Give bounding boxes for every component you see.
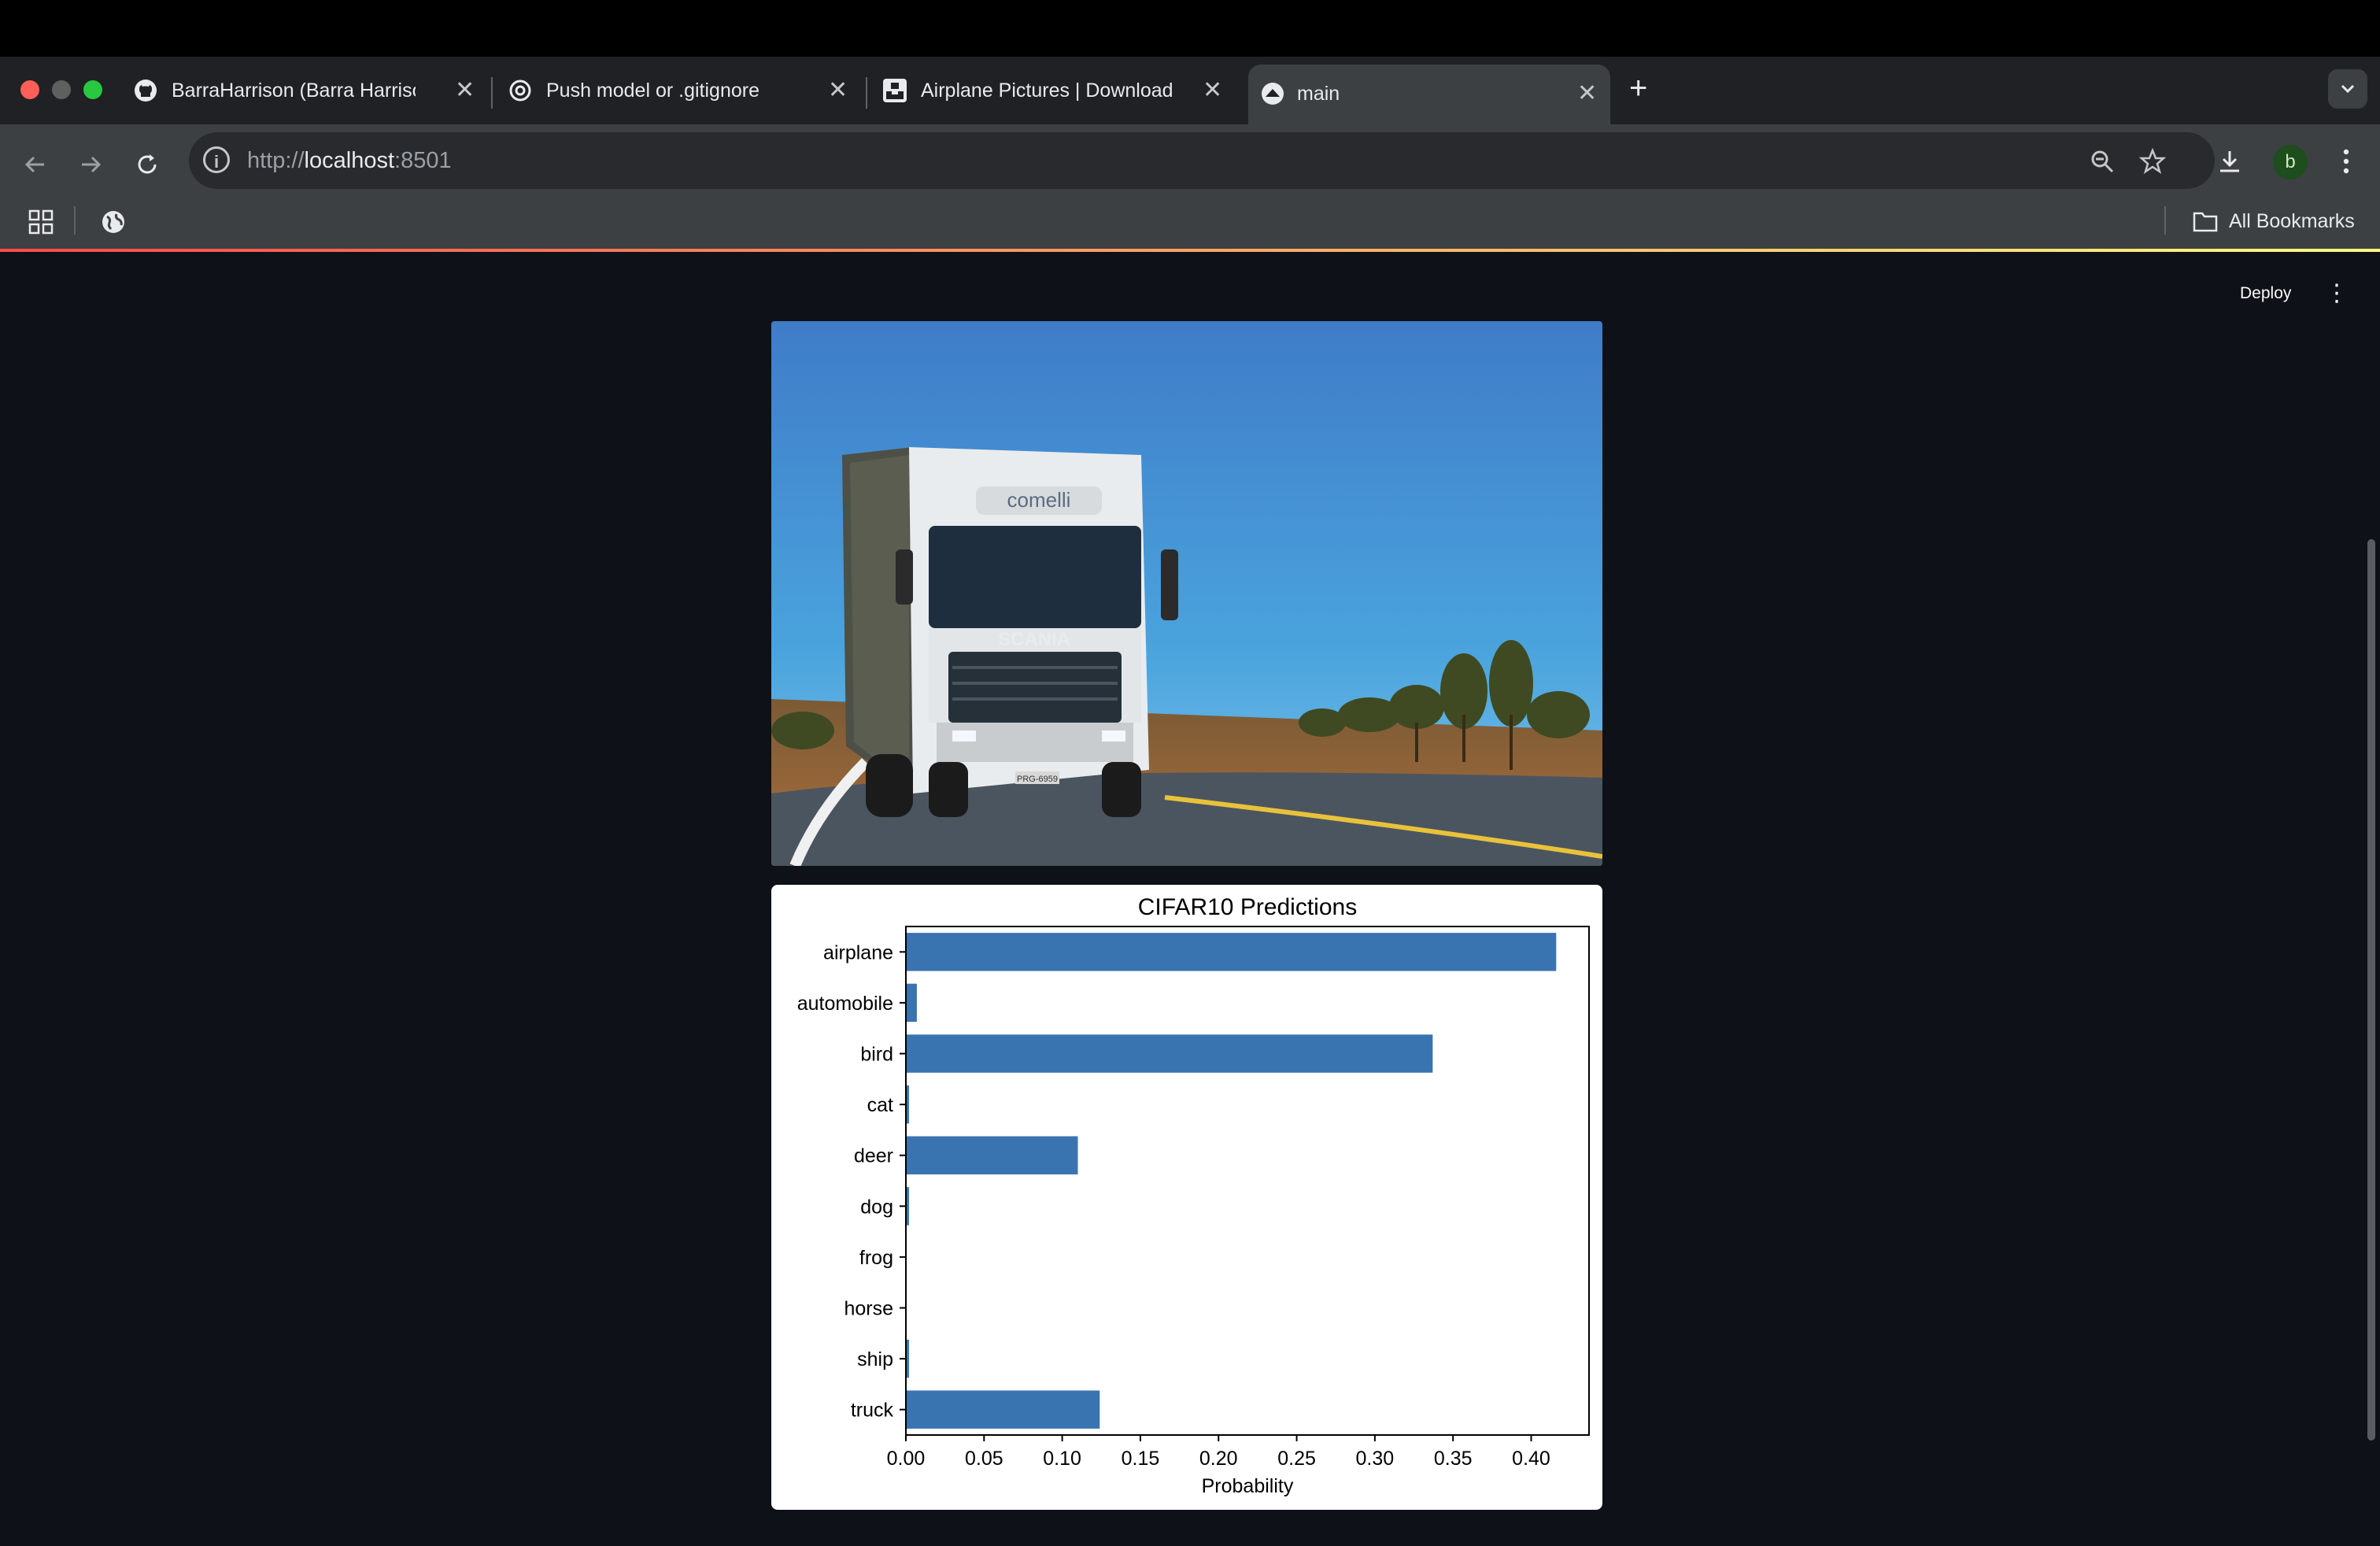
x-tick-label: 0.00 xyxy=(887,1448,926,1470)
openai-icon xyxy=(509,80,531,102)
arrow-left-icon xyxy=(24,156,44,173)
bar-airplane xyxy=(906,933,1557,971)
maximize-window-button[interactable] xyxy=(83,80,102,99)
cab-logo-text: comelli xyxy=(1007,488,1071,512)
arrow-right-icon xyxy=(82,156,102,173)
bookmark-globe[interactable] xyxy=(101,209,126,239)
close-tab-icon[interactable]: ✕ xyxy=(1577,65,1597,123)
x-tick-label: 0.35 xyxy=(1434,1448,1473,1470)
bar-bird xyxy=(906,1034,1433,1073)
url-host: localhost xyxy=(304,148,395,173)
forward-button[interactable] xyxy=(71,145,110,184)
tab-separator xyxy=(866,77,867,109)
tab-title: Push model or .gitignore xyxy=(546,80,759,102)
close-window-button[interactable] xyxy=(20,80,39,99)
x-tick-label: 0.30 xyxy=(1356,1448,1395,1470)
y-tick-label: truck xyxy=(851,1400,894,1422)
url-text[interactable]: http://localhost:8501 xyxy=(247,132,452,189)
y-tick-label: automobile xyxy=(797,993,893,1015)
tab-main[interactable]: main ✕ xyxy=(1248,65,1610,124)
tab-title: BarraHarrison (Barra Harrison xyxy=(172,80,416,102)
plot-frame xyxy=(905,926,1590,1436)
zoom-button[interactable] xyxy=(2082,142,2122,181)
bar-truck xyxy=(906,1390,1100,1429)
prediction-chart-panel: CIFAR10 Predictions Probability airplane… xyxy=(771,885,1602,1510)
chart-title: CIFAR10 Predictions xyxy=(1138,894,1357,920)
y-tick-label: airplane xyxy=(823,941,893,963)
x-tick-label: 0.40 xyxy=(1512,1448,1550,1470)
reload-icon xyxy=(138,154,157,174)
x-tick-label: 0.20 xyxy=(1199,1448,1238,1470)
prediction-chart: CIFAR10 Predictions Probability airplane… xyxy=(797,894,1590,1497)
x-tick-label: 0.25 xyxy=(1277,1448,1316,1470)
bookmark-button[interactable] xyxy=(2133,142,2172,181)
close-tab-icon[interactable]: ✕ xyxy=(1203,61,1222,120)
uploaded-image: PRG-6959 SCANIA comelli xyxy=(771,321,1602,866)
all-bookmarks-button[interactable]: All Bookmarks xyxy=(2193,206,2355,236)
globe-icon xyxy=(102,211,124,233)
tab-separator xyxy=(491,77,493,109)
y-tick-label: horse xyxy=(844,1298,893,1320)
license-plate-text: PRG-6959 xyxy=(1017,775,1058,784)
all-bookmarks-label: All Bookmarks xyxy=(2229,210,2355,232)
y-tick-label: frog xyxy=(859,1247,893,1269)
unsplash-icon xyxy=(883,79,907,102)
bookmarks-separator xyxy=(2164,206,2166,235)
tab-github[interactable]: BarraHarrison (Barra Harrison ✕ xyxy=(134,61,480,120)
url-scheme: http:// xyxy=(247,148,305,173)
url-port: :8501 xyxy=(394,148,452,173)
folder-icon xyxy=(2193,212,2218,232)
browser-menu-button[interactable] xyxy=(2326,142,2366,181)
close-tab-icon[interactable]: ✕ xyxy=(455,61,475,120)
y-tick-label: ship xyxy=(857,1348,893,1370)
zoom-out-icon xyxy=(2091,150,2114,173)
streamlit-icon xyxy=(1262,83,1284,105)
tab-title: Airplane Pictures | Download xyxy=(921,80,1173,102)
y-tick-label: deer xyxy=(854,1145,893,1167)
download-icon xyxy=(2220,151,2239,172)
bookmarks-separator xyxy=(74,206,76,235)
chevron-down-icon xyxy=(2341,84,2355,94)
tab-chatgpt[interactable]: Push model or .gitignore ✕ xyxy=(508,61,855,120)
app-header-decoration xyxy=(0,249,2380,252)
github-icon xyxy=(135,80,157,102)
x-tick-label: 0.10 xyxy=(1043,1448,1081,1470)
x-tick-label: 0.15 xyxy=(1122,1448,1160,1470)
x-axis-label: Probability xyxy=(1202,1475,1294,1497)
menu-bar xyxy=(0,0,2380,57)
tab-title: main xyxy=(1297,83,1340,105)
downloads-button[interactable] xyxy=(2210,142,2249,181)
info-icon[interactable]: i xyxy=(203,146,230,173)
y-tick-label: cat xyxy=(867,1094,893,1116)
y-tick-label: bird xyxy=(860,1044,893,1066)
close-tab-icon[interactable]: ✕ xyxy=(828,61,848,120)
brand-logo-text: SCANIA xyxy=(998,629,1070,650)
x-tick-label: 0.05 xyxy=(965,1448,1003,1470)
profile-avatar[interactable]: b xyxy=(2273,145,2308,179)
deploy-button[interactable]: Deploy xyxy=(2240,280,2291,307)
app-menu-button[interactable]: ⋮ xyxy=(2325,280,2349,307)
address-bar[interactable] xyxy=(189,132,2215,189)
apps-grid-icon xyxy=(28,209,54,235)
new-tab-button[interactable]: + xyxy=(1629,72,1647,104)
scrollbar[interactable] xyxy=(2367,539,2375,1441)
reload-button[interactable] xyxy=(128,145,167,184)
minimize-window-button[interactable] xyxy=(52,80,71,99)
y-tick-label: dog xyxy=(860,1196,893,1218)
back-button[interactable] xyxy=(16,145,55,184)
bar-automobile xyxy=(906,983,917,1023)
star-icon xyxy=(2138,147,2167,174)
tab-search-button[interactable] xyxy=(2328,69,2367,109)
apps-button[interactable] xyxy=(28,209,54,239)
bar-deer xyxy=(906,1136,1078,1174)
tab-unsplash[interactable]: Airplane Pictures | Download ✕ xyxy=(883,61,1229,120)
more-vertical-icon xyxy=(2343,149,2349,174)
